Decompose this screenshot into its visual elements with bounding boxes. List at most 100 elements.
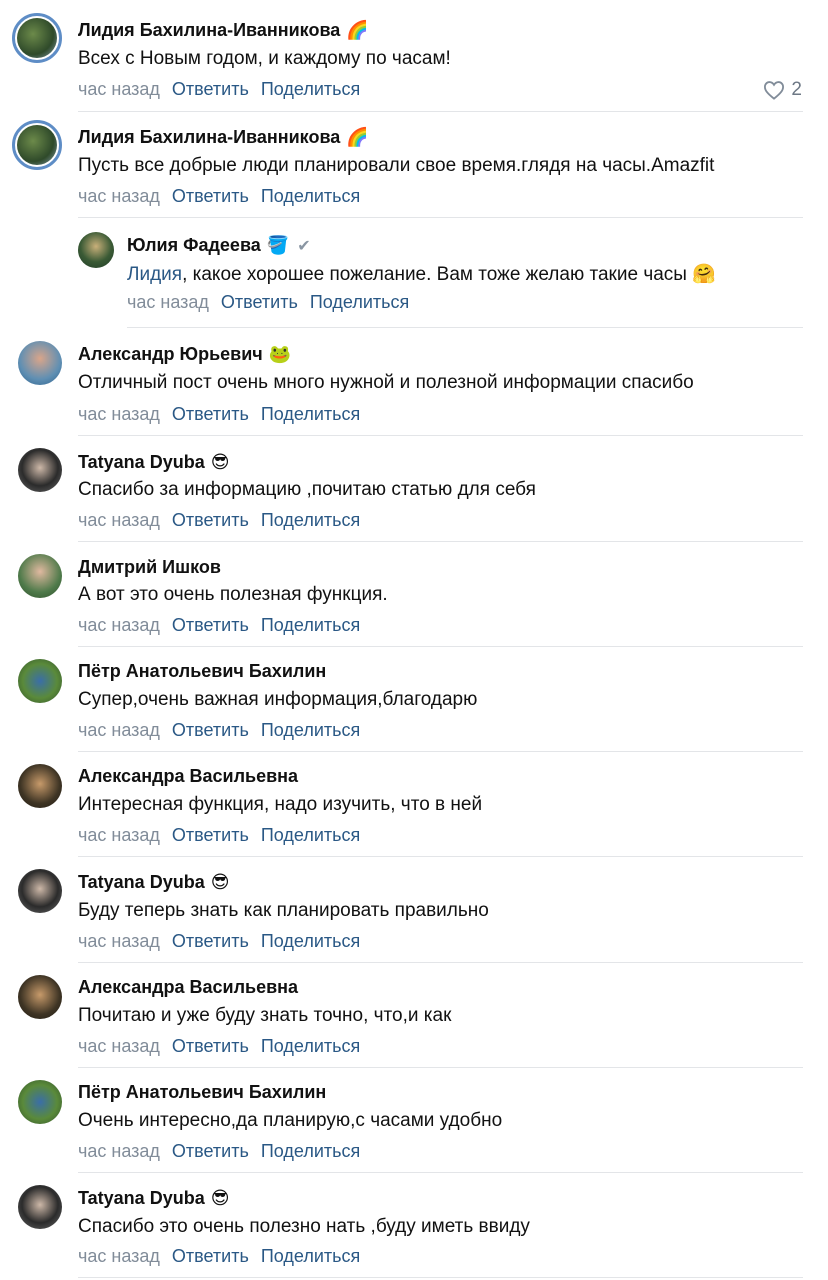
author-name[interactable]: Пётр Анатольевич Бахилин bbox=[78, 661, 326, 682]
author-name[interactable]: Лидия Бахилина-Иванникова 🌈 bbox=[78, 127, 369, 148]
comment-text: Интересная функция, надо изучить, что в … bbox=[78, 794, 483, 815]
divider bbox=[78, 541, 803, 542]
divider bbox=[78, 962, 803, 963]
avatar[interactable] bbox=[18, 1185, 62, 1229]
author-name[interactable]: Александр Юрьевич 🐸 bbox=[78, 344, 291, 365]
comment-meta: час назад Ответить Поделиться bbox=[78, 931, 360, 952]
comment-meta: час назад Ответить Поделиться bbox=[78, 1246, 360, 1267]
comment-text: Отличный пост очень много нужной и полез… bbox=[78, 372, 694, 393]
sunglasses-face-icon: 😎 bbox=[210, 452, 230, 472]
avatar[interactable] bbox=[18, 1080, 62, 1124]
reply-button[interactable]: Ответить bbox=[172, 1246, 249, 1266]
timestamp: час назад bbox=[78, 404, 160, 424]
share-button[interactable]: Поделиться bbox=[261, 510, 360, 530]
avatar[interactable] bbox=[18, 341, 62, 385]
reply-button[interactable]: Ответить bbox=[172, 615, 249, 635]
comment-meta: час назад Ответить Поделиться bbox=[78, 510, 360, 531]
comment-text: Лидия, какое хорошее пожелание. Вам тоже… bbox=[127, 264, 716, 285]
timestamp: час назад bbox=[78, 931, 160, 951]
comment-text: Пусть все добрые люди планировали свое в… bbox=[78, 155, 715, 176]
like-button[interactable]: 2 bbox=[763, 79, 802, 101]
divider bbox=[78, 646, 803, 647]
comment-text: Буду теперь знать как планировать правил… bbox=[78, 900, 489, 921]
comment-text: А вот это очень полезная функция. bbox=[78, 584, 388, 605]
comment-meta: час назад Ответить Поделиться bbox=[78, 1036, 360, 1057]
reply-button[interactable]: Ответить bbox=[221, 292, 298, 312]
author-name[interactable]: Александра Васильевна bbox=[78, 977, 298, 998]
comment-text: Супер,очень важная информация,благодарю bbox=[78, 689, 478, 710]
frog-icon: 🐸 bbox=[268, 344, 292, 364]
reply-button[interactable]: Ответить bbox=[172, 825, 249, 845]
comment-meta: час назад Ответить Поделиться bbox=[78, 186, 360, 207]
avatar[interactable] bbox=[18, 554, 62, 598]
rainbow-icon: 🌈 bbox=[346, 127, 369, 147]
comment-meta: час назад Ответить Поделиться bbox=[78, 720, 360, 741]
reply-button[interactable]: Ответить bbox=[172, 1141, 249, 1161]
like-count: 2 bbox=[791, 79, 802, 100]
author-name[interactable]: Лидия Бахилина-Иванникова 🌈 bbox=[78, 20, 369, 41]
share-button[interactable]: Поделиться bbox=[261, 404, 360, 424]
avatar[interactable] bbox=[18, 659, 62, 703]
share-button[interactable]: Поделиться bbox=[261, 79, 360, 99]
avatar[interactable] bbox=[12, 120, 62, 170]
share-button[interactable]: Поделиться bbox=[261, 1141, 360, 1161]
timestamp: час назад bbox=[78, 825, 160, 845]
reply-button[interactable]: Ответить bbox=[172, 931, 249, 951]
comment-meta: час назад Ответить Поделиться bbox=[127, 292, 409, 313]
share-button[interactable]: Поделиться bbox=[310, 292, 409, 312]
heart-icon bbox=[764, 81, 785, 100]
comment-meta: час назад Ответить Поделиться bbox=[78, 825, 360, 846]
share-button[interactable]: Поделиться bbox=[261, 1036, 360, 1056]
divider bbox=[127, 327, 803, 328]
share-button[interactable]: Поделиться bbox=[261, 615, 360, 635]
divider bbox=[78, 217, 803, 218]
share-button[interactable]: Поделиться bbox=[261, 1246, 360, 1266]
comment-text: Почитаю и уже буду знать точно, что,и ка… bbox=[78, 1005, 452, 1026]
author-name[interactable]: Tatyana Dyuba 😎 bbox=[78, 452, 229, 473]
author-name[interactable]: Tatyana Dyuba 😎 bbox=[78, 1188, 229, 1209]
author-name[interactable]: Александра Васильевна bbox=[78, 766, 298, 787]
timestamp: час назад bbox=[78, 1246, 160, 1266]
share-button[interactable]: Поделиться bbox=[261, 931, 360, 951]
mention-link[interactable]: Лидия bbox=[127, 264, 182, 285]
reply-button[interactable]: Ответить bbox=[172, 720, 249, 740]
comment-meta: час назад Ответить Поделиться bbox=[78, 615, 360, 636]
divider bbox=[78, 1067, 803, 1068]
author-name[interactable]: Юлия Фадеева 🪣 ✔ bbox=[127, 235, 311, 256]
reply-button[interactable]: Ответить bbox=[172, 510, 249, 530]
timestamp: час назад bbox=[78, 79, 160, 99]
timestamp: час назад bbox=[78, 1036, 160, 1056]
divider bbox=[78, 751, 803, 752]
sunglasses-face-icon: 😎 bbox=[210, 1188, 230, 1208]
timestamp: час назад bbox=[78, 720, 160, 740]
divider bbox=[78, 111, 803, 112]
timestamp: час назад bbox=[78, 510, 160, 530]
share-button[interactable]: Поделиться bbox=[261, 720, 360, 740]
sunglasses-face-icon: 😎 bbox=[210, 872, 230, 892]
reply-button[interactable]: Ответить bbox=[172, 1036, 249, 1056]
author-name[interactable]: Tatyana Dyuba 😎 bbox=[78, 872, 229, 893]
comment-text: Всех с Новым годом, и каждому по часам! bbox=[78, 48, 451, 69]
divider bbox=[78, 856, 803, 857]
comment-meta: час назад Ответить Поделиться bbox=[78, 1141, 360, 1162]
avatar[interactable] bbox=[18, 975, 62, 1019]
divider bbox=[78, 1277, 803, 1278]
verified-icon: ✔ bbox=[297, 237, 311, 255]
avatar[interactable] bbox=[18, 869, 62, 913]
avatar[interactable] bbox=[18, 448, 62, 492]
comment-meta: час назад Ответить Поделиться bbox=[78, 79, 360, 100]
rainbow-icon: 🌈 bbox=[346, 20, 369, 40]
author-name[interactable]: Пётр Анатольевич Бахилин bbox=[78, 1082, 326, 1103]
reply-button[interactable]: Ответить bbox=[172, 186, 249, 206]
timestamp: час назад bbox=[78, 1141, 160, 1161]
timestamp: час назад bbox=[78, 186, 160, 206]
reply-button[interactable]: Ответить bbox=[172, 404, 249, 424]
author-name[interactable]: Дмитрий Ишков bbox=[78, 557, 221, 578]
share-button[interactable]: Поделиться bbox=[261, 186, 360, 206]
avatar[interactable] bbox=[18, 764, 62, 808]
bucket-icon: 🪣 bbox=[266, 235, 290, 255]
avatar[interactable] bbox=[12, 13, 62, 63]
share-button[interactable]: Поделиться bbox=[261, 825, 360, 845]
reply-button[interactable]: Ответить bbox=[172, 79, 249, 99]
avatar[interactable] bbox=[78, 232, 114, 268]
